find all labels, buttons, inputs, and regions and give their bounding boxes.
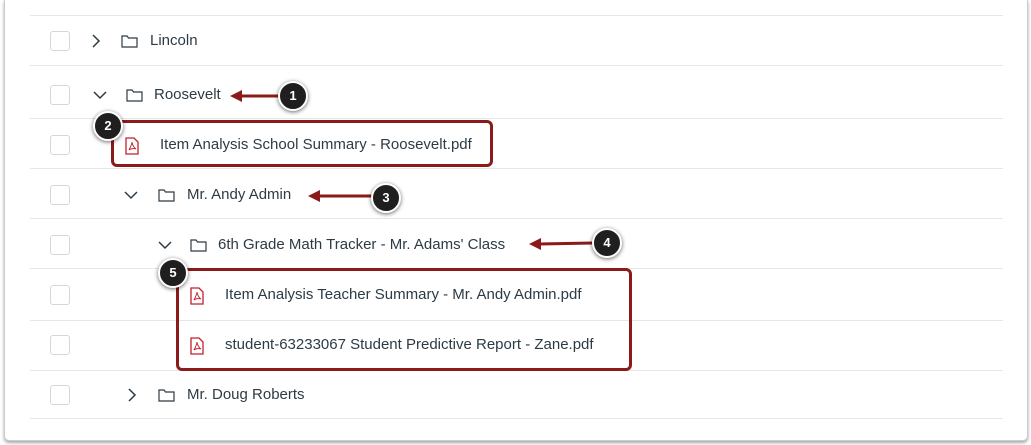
- select-checkbox[interactable]: [50, 85, 70, 105]
- select-checkbox[interactable]: [50, 185, 70, 205]
- chevron-down-icon[interactable]: [157, 237, 173, 253]
- row-divider: [30, 65, 1003, 66]
- callout-badge-3: 3: [371, 183, 401, 213]
- row-divider: [30, 168, 1003, 169]
- row-divider: [30, 15, 1003, 16]
- callout-arrow-4: [529, 238, 594, 250]
- callout-arrow-1: [230, 90, 282, 102]
- folder-name-roosevelt[interactable]: Roosevelt: [154, 86, 221, 104]
- row-divider: [30, 418, 1003, 419]
- folder-name-andy-admin[interactable]: Mr. Andy Admin: [187, 186, 291, 204]
- chevron-down-icon[interactable]: [92, 87, 108, 103]
- folder-name-lincoln[interactable]: Lincoln: [150, 32, 198, 50]
- chevron-down-icon[interactable]: [123, 187, 139, 203]
- select-checkbox[interactable]: [50, 285, 70, 305]
- folder-name-doug-roberts[interactable]: Mr. Doug Roberts: [187, 386, 305, 404]
- folder-icon: [126, 89, 143, 102]
- row-divider: [30, 218, 1003, 219]
- folder-icon: [158, 389, 175, 402]
- row-divider: [30, 118, 1003, 119]
- callout-badge-2: 2: [93, 111, 123, 141]
- callout-badge-4: 4: [592, 228, 622, 258]
- select-checkbox[interactable]: [50, 335, 70, 355]
- folder-icon: [190, 239, 207, 252]
- select-checkbox[interactable]: [50, 235, 70, 255]
- folder-icon: [158, 189, 175, 202]
- callout-badge-5: 5: [158, 258, 188, 288]
- folder-icon: [121, 35, 138, 48]
- select-checkbox[interactable]: [50, 31, 70, 51]
- callout-arrow-3: [308, 190, 372, 202]
- callout-box-school-summary: [111, 120, 493, 167]
- select-checkbox[interactable]: [50, 385, 70, 405]
- chevron-right-icon[interactable]: [88, 33, 104, 49]
- callout-box-pdf-files: [176, 268, 632, 371]
- callout-badge-1: 1: [278, 81, 308, 111]
- chevron-right-icon[interactable]: [124, 387, 140, 403]
- select-checkbox[interactable]: [50, 135, 70, 155]
- folder-name-math-tracker[interactable]: 6th Grade Math Tracker - Mr. Adams' Clas…: [218, 236, 505, 254]
- file-tree-panel: [4, 0, 1028, 441]
